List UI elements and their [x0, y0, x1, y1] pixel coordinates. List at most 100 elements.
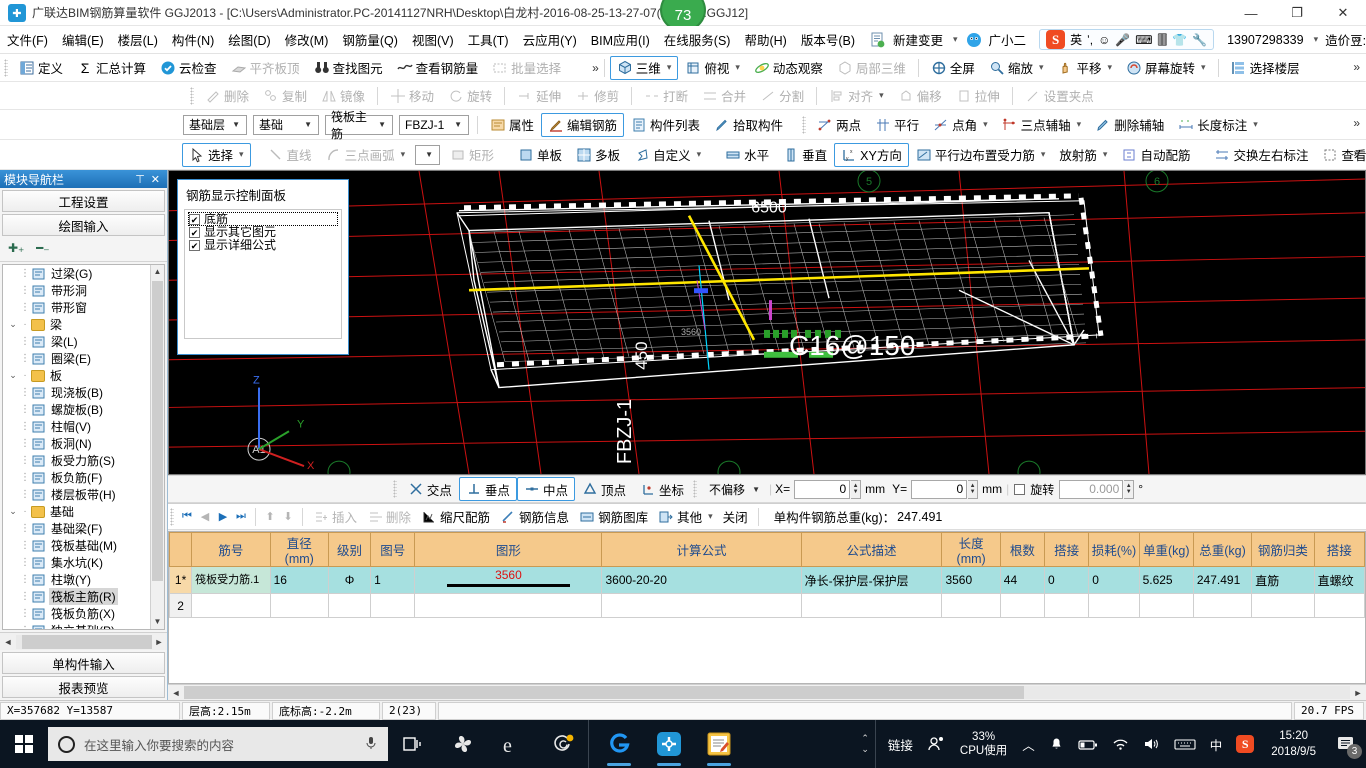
col-shape[interactable]: 图形	[414, 532, 603, 567]
move-button[interactable]: 移动	[383, 84, 441, 108]
menu-help[interactable]: 帮助(H)	[737, 28, 793, 51]
scroll-left-icon[interactable]: ◄	[0, 637, 16, 647]
single-component-input-button[interactable]: 单构件输入	[2, 652, 165, 674]
multi-slab-button[interactable]: 多板	[569, 143, 627, 167]
col-shape-no[interactable]: 图号	[370, 532, 416, 567]
tree-item-柱帽v[interactable]: ⋮ 柱帽(V)	[3, 418, 150, 435]
taskbar-search-box[interactable]: 在这里输入你要搜索的内容	[48, 727, 388, 761]
length-dimension-button[interactable]: 长度标注 ▾	[1171, 113, 1265, 137]
three-point-arc-button[interactable]: 三点画弧 ▾	[319, 143, 413, 167]
col-formula[interactable]: 计算公式	[601, 532, 802, 567]
rotate-spinner[interactable]: ▲ ▼	[1124, 479, 1135, 499]
snap-midpoint-button[interactable]: 中点	[516, 477, 575, 501]
tree-item-带形窗[interactable]: ⋮ 带形窗	[3, 299, 150, 316]
rotate-checkbox[interactable]	[1014, 483, 1026, 495]
sogou-tray-icon[interactable]: S	[1229, 720, 1261, 768]
menu-cloud[interactable]: 云应用(Y)	[516, 28, 584, 51]
trim-button[interactable]: 修剪	[568, 84, 626, 108]
menu-draw[interactable]: 绘图(D)	[221, 28, 277, 51]
tree-item-柱墩y[interactable]: ⋮ 柱墩(Y)	[3, 571, 150, 588]
people-icon[interactable]	[920, 720, 952, 768]
floor-select[interactable]: 基础层 ▼	[183, 114, 247, 135]
cloud-check-button[interactable]: 云检查	[153, 56, 224, 80]
component-tree[interactable]: ⋮ 过梁(G) ⋮ 带形洞 ⋮ 带形窗 ⌄ · 梁 ⋮ 梁(L) ⋮ 圈梁(E) ⌄ · 板 ⋮ 现浇板(B) ⋮ 螺…	[2, 264, 165, 630]
mirror-button[interactable]: 镜像	[314, 84, 372, 108]
tree-item-独立基础p[interactable]: ⋮ 独立基础(P)	[3, 622, 150, 629]
zoom-chevron-icon[interactable]: ▾	[1039, 62, 1044, 73]
top-view-chevron-icon[interactable]: ▾	[735, 62, 740, 73]
rect-tool-button[interactable]: 矩形	[443, 143, 501, 167]
minimize-button[interactable]: —	[1228, 0, 1274, 26]
tree-item-楼层板带h[interactable]: ⋮ 楼层板带(H)	[3, 486, 150, 503]
new-change-chevron-icon[interactable]: ▾	[953, 34, 958, 45]
cell-shape[interactable]	[414, 593, 603, 618]
break-button[interactable]: 打断	[637, 84, 695, 108]
ime-lang-label[interactable]: 英	[1070, 31, 1082, 48]
cell-formula[interactable]: 3600-20-20	[601, 566, 802, 594]
view-3d-chevron-icon[interactable]: ▾	[667, 62, 672, 73]
new-change-button[interactable]: 新建变更	[886, 28, 950, 51]
rebar-library-button[interactable]: 钢筋图库	[574, 506, 653, 528]
tree-horizontal-scrollbar[interactable]: ◄ ►	[0, 632, 167, 650]
checkbox-bottom-rebar[interactable]: ✔	[189, 213, 200, 225]
cell-lap-type[interactable]: 直螺纹	[1313, 566, 1365, 594]
tree-item-筏板基础m[interactable]: ⋮ 筏板基础(M)	[3, 537, 150, 554]
auto-rebar-button[interactable]: 自动配筋	[1114, 143, 1197, 167]
three-point-axis-chevron-icon[interactable]: ▾	[1077, 119, 1082, 130]
hscroll-track[interactable]	[16, 634, 152, 649]
cell-total-weight[interactable]	[1192, 593, 1253, 618]
prev-record-button[interactable]: ◀	[196, 510, 214, 523]
volume-icon[interactable]	[1136, 720, 1167, 768]
view-3d-button[interactable]: 三维 ▾	[609, 55, 679, 80]
tree-item-过梁g[interactable]: ⋮ 过梁(G)	[3, 265, 150, 282]
hscroll-thumb[interactable]	[22, 634, 152, 649]
swap-annotation-button[interactable]: 交换左右标注	[1207, 143, 1315, 167]
tree-item-螺旋板b[interactable]: ⋮ 螺旋板(B)	[3, 401, 150, 418]
merge-button[interactable]: 合并	[695, 84, 753, 108]
modify-toolbar-grip[interactable]	[190, 86, 194, 105]
report-preview-button[interactable]: 报表预览	[2, 676, 165, 698]
tree-item-梁[interactable]: ⌄ · 梁	[3, 316, 150, 333]
ime-emoji-icon[interactable]: ☺	[1098, 33, 1110, 47]
snap-perpendicular-button[interactable]: 垂点	[458, 477, 517, 501]
copy-button[interactable]: 复制	[256, 84, 314, 108]
cell-shape-no[interactable]: 1	[370, 566, 416, 594]
parallel-axis-button[interactable]: 平行	[868, 113, 926, 137]
tray-chevron-up-icon[interactable]: ︿	[1015, 720, 1042, 768]
tree-item-板负筋f[interactable]: ⋮ 板负筋(F)	[3, 469, 150, 486]
tree-item-筏板主筋r[interactable]: ⋮ 筏板主筋(R)	[3, 588, 150, 605]
toolbar1-overflow-icon[interactable]: »	[1353, 60, 1360, 74]
keyboard-icon[interactable]	[1167, 720, 1203, 768]
align-slab-top-button[interactable]: 平齐板顶	[224, 56, 307, 80]
extend-button[interactable]: 延伸	[510, 84, 568, 108]
component-select[interactable]: FBZJ-1 ▼	[399, 114, 469, 135]
rotate-input[interactable]: 0.000	[1059, 479, 1124, 499]
project-settings-button[interactable]: 工程设置	[2, 190, 165, 212]
cell-formula[interactable]	[601, 593, 802, 618]
cell-rebar-no[interactable]	[191, 593, 271, 618]
two-point-axis-button[interactable]: 两点	[810, 113, 868, 137]
custom-chevron-icon[interactable]: ▾	[697, 149, 702, 160]
cell-loss[interactable]: 0	[1088, 566, 1140, 594]
point-angle-button[interactable]: 点角 ▾	[926, 113, 995, 137]
menu-bim[interactable]: BIM应用(I)	[584, 28, 657, 51]
3d-viewport[interactable]: 5 6 A1	[168, 170, 1366, 475]
ime-skin-icon[interactable]: 👕	[1172, 33, 1187, 47]
col-diameter[interactable]: 直径(mm)	[269, 532, 329, 567]
menu-edit[interactable]: 编辑(E)	[55, 28, 111, 51]
spiral-app-icon[interactable]	[538, 720, 588, 768]
select-floor-button[interactable]: 选择楼层	[1224, 56, 1307, 80]
grid-hscroll-thumb[interactable]	[184, 686, 1024, 699]
offset-mode-select[interactable]: 不偏移 ▼	[704, 479, 766, 499]
align-button[interactable]: 对齐 ▾	[822, 84, 891, 108]
cell-formula-desc[interactable]: 净长-保护层-保护层	[800, 566, 943, 594]
orbit-button[interactable]: 动态观察	[747, 56, 830, 80]
delete-axis-button[interactable]: 删除辅轴	[1088, 113, 1171, 137]
notification-center-button[interactable]: 3	[1326, 720, 1366, 768]
length-dimension-chevron-icon[interactable]: ▾	[1253, 119, 1258, 130]
sogou-ime-bar[interactable]: S 英 ʼ, ☺ 🎤 ⌨ 🀫 👕 🔧	[1039, 29, 1215, 50]
tree-item-板洞n[interactable]: ⋮ 板洞(N)	[3, 435, 150, 452]
draw-mode-arrow-icon[interactable]: ▼	[421, 150, 437, 159]
tree-item-梁l[interactable]: ⋮ 梁(L)	[3, 333, 150, 350]
wifi-icon[interactable]	[1105, 720, 1136, 768]
